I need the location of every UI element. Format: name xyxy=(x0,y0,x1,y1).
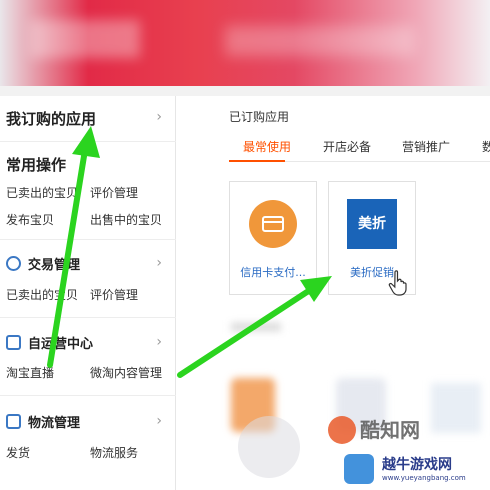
watermark-game-icon xyxy=(344,454,374,484)
watermark: 酷知网 越牛游戏网 www.yueyangbang.com xyxy=(232,412,490,490)
arrow-to-my-apps-icon xyxy=(47,126,100,368)
watermark-site2-text: www.yueyangbang.com xyxy=(382,474,466,482)
arrow-to-meizhe-icon xyxy=(177,276,332,378)
watermark-circle-icon xyxy=(238,416,300,478)
watermark-brand-icon xyxy=(328,416,356,444)
watermark-brand2-text: 越牛游戏网 xyxy=(382,457,452,473)
watermark-brand-text: 酷知网 xyxy=(360,418,420,442)
